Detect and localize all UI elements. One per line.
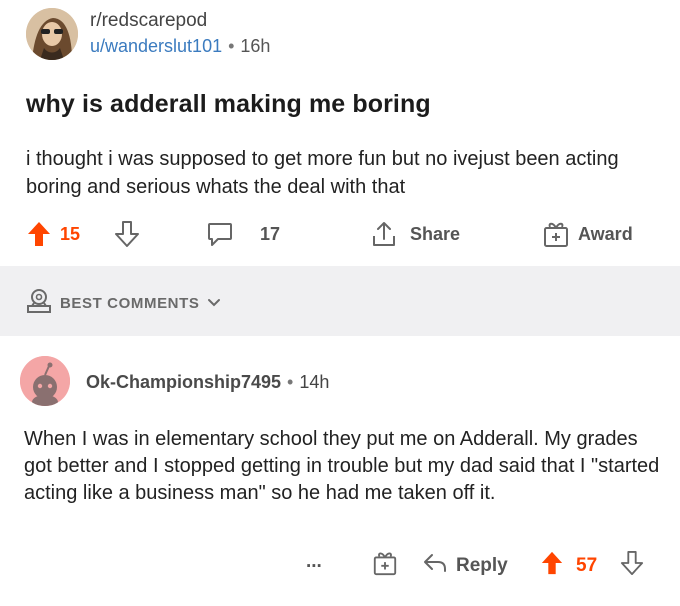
upvote-count-text: 15 <box>60 223 81 244</box>
comments-button[interactable]: 17 <box>206 214 280 254</box>
comment-meta: Ok-Championship7495 • 14h <box>86 372 329 393</box>
comment-award-button[interactable] <box>372 546 398 586</box>
post-card: r/redscarepod u/wanderslut101 • 16h why is… <box>0 0 680 266</box>
separator-dot: • <box>228 36 235 56</box>
comment-downvote-button[interactable] <box>620 546 644 586</box>
comment-card: Ok-Championship7495 • 14h When I was in el… <box>0 336 680 606</box>
chevron-down-icon <box>207 295 221 312</box>
comment-count: 17 <box>260 223 281 244</box>
post-meta: u/wanderslut101 • 16h <box>90 36 270 57</box>
post-title[interactable]: why is adderall making me boring <box>26 90 431 119</box>
comment-upvote-button[interactable]: 57 <box>540 546 597 586</box>
more-options-button[interactable]: ... <box>306 542 322 582</box>
downvote-icon[interactable] <box>114 220 140 248</box>
subreddit-name[interactable]: r/redscarepod <box>90 10 207 32</box>
award-icon <box>542 220 570 248</box>
comment-icon <box>206 220 234 248</box>
comment-author[interactable]: Ok-Championship7495 <box>86 372 281 392</box>
trophy-icon <box>24 286 54 320</box>
reply-button[interactable]: Reply <box>422 546 508 586</box>
author-link[interactable]: u/wanderslut101 <box>90 36 222 56</box>
downvote-button[interactable] <box>114 214 140 254</box>
reply-label: Reply <box>456 555 508 576</box>
reply-icon <box>422 552 448 580</box>
award-button[interactable]: Award <box>542 214 633 254</box>
comment-action-bar: ... Reply 57 <box>0 546 680 586</box>
upvote-icon[interactable] <box>540 550 564 582</box>
sort-label: BEST COMMENTS <box>60 294 200 312</box>
sort-selector[interactable]: BEST COMMENTS <box>24 286 221 320</box>
share-button[interactable]: Share <box>370 214 460 254</box>
share-icon <box>370 220 398 248</box>
snoo-avatar[interactable] <box>20 356 70 406</box>
comment-upvote-count: 57 <box>576 555 598 576</box>
downvote-icon[interactable] <box>620 550 644 582</box>
post-age: 16h <box>240 36 271 56</box>
comment-age: 14h <box>299 372 330 392</box>
comment-body: When I was in elementary school they put… <box>24 428 660 504</box>
post-action-bar: 15 17 Share Award <box>0 214 680 254</box>
award-label: Award <box>578 223 633 244</box>
more-options-icon: ... <box>306 551 322 572</box>
share-label: Share <box>410 223 461 244</box>
avatar[interactable] <box>26 8 78 60</box>
award-icon <box>372 550 398 582</box>
separator-dot: • <box>287 372 294 392</box>
upvote-button[interactable] <box>26 214 52 254</box>
upvote-icon[interactable] <box>26 220 52 248</box>
upvote-count: 15 <box>60 214 80 254</box>
post-body: i thought i was supposed to get more fun… <box>26 148 619 198</box>
